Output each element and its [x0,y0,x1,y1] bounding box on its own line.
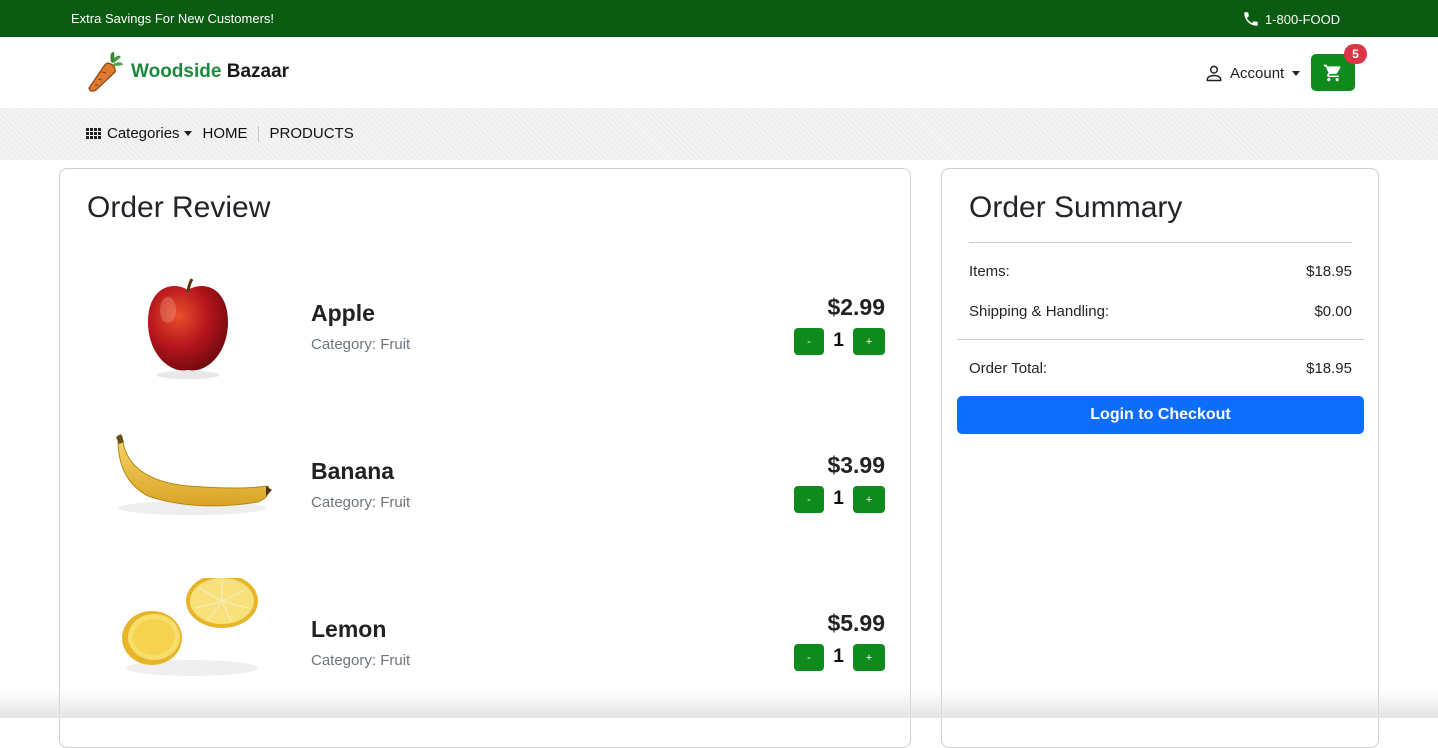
bottom-fade [0,690,1438,718]
phone-icon [1244,12,1258,26]
user-icon [1206,65,1222,82]
brand-name-first: Woodside [131,61,222,82]
apple-image [148,278,228,379]
shipping-label: Shipping & Handling: [969,303,1110,320]
product-price: $5.99 [827,610,885,636]
site-header: Woodside Bazaar Account 5 [0,37,1438,108]
decrease-quantity-button[interactable]: - [794,328,824,355]
brand-name: Woodside Bazaar [131,61,289,83]
product-name: Lemon [311,616,387,642]
product-category: Category: Fruit [311,336,411,353]
category-navbar: Categories HOME PRODUCTS [0,108,1438,160]
items-label: Items: [969,263,1010,280]
summary-total-row: Order Total: $18.95 [969,360,1352,377]
order-summary-title: Order Summary [969,191,1183,224]
lemon-image [122,578,258,676]
summary-divider [957,339,1364,340]
summary-shipping-row: Shipping & Handling: $0.00 [969,303,1352,320]
categories-dropdown[interactable]: Categories [86,125,192,142]
cart-item: Apple Category: Fruit $2.99 - 1 + [60,262,912,402]
brand-name-second: Bazaar [226,61,290,82]
product-name: Apple [311,300,375,326]
cart-item: Banana Category: Fruit $3.99 - 1 + [60,420,912,560]
cart-count-badge: 5 [1344,44,1367,64]
product-category: Category: Fruit [311,494,411,511]
account-label: Account [1230,64,1285,82]
increase-quantity-button[interactable]: + [853,644,885,671]
summary-divider [969,242,1352,243]
phone-contact[interactable]: 1-800-FOOD [1242,10,1340,28]
decrease-quantity-button[interactable]: - [794,486,824,513]
shipping-value: $0.00 [1314,303,1352,320]
cart-icon [1323,64,1341,81]
nav-divider [257,125,259,142]
chevron-down-icon [1292,70,1301,76]
brand-logo[interactable]: Woodside Bazaar [87,51,289,93]
increase-quantity-button[interactable]: + [853,328,885,355]
quantity-stepper: - 1 + [794,328,885,355]
quantity-stepper: - 1 + [794,486,885,513]
phone-number: 1-800-FOOD [1265,11,1341,27]
nav-home-link[interactable]: HOME [203,125,248,142]
summary-items-row: Items: $18.95 [969,263,1352,280]
chevron-down-icon [183,131,192,136]
product-price: $2.99 [827,294,885,320]
product-name: Banana [311,458,395,484]
categories-label: Categories [107,125,180,142]
grid-icon [86,128,101,139]
login-to-checkout-button[interactable]: Login to Checkout [957,396,1364,434]
account-dropdown[interactable]: Account [1204,63,1301,83]
carrot-icon [88,52,123,92]
promo-bar: Extra Savings For New Customers! 1-800-F… [0,0,1438,37]
nav-products-link[interactable]: PRODUCTS [270,125,354,142]
quantity-value: 1 [833,330,844,351]
decrease-quantity-button[interactable]: - [794,644,824,671]
order-review-card: Order Review Apple Category: Fruit $2.99… [59,168,911,748]
order-total-value: $18.95 [1306,360,1352,377]
quantity-value: 1 [833,488,844,509]
product-category: Category: Fruit [311,652,411,669]
increase-quantity-button[interactable]: + [853,486,885,513]
order-total-label: Order Total: [969,360,1048,377]
quantity-value: 1 [833,646,844,667]
product-price: $3.99 [827,452,885,478]
promo-text: Extra Savings For New Customers! [71,11,275,26]
quantity-stepper: - 1 + [794,644,885,671]
order-review-title: Order Review [87,191,271,224]
order-summary-card: Order Summary Items: $18.95 Shipping & H… [941,168,1379,748]
items-value: $18.95 [1306,263,1352,280]
banana-image [116,434,272,515]
